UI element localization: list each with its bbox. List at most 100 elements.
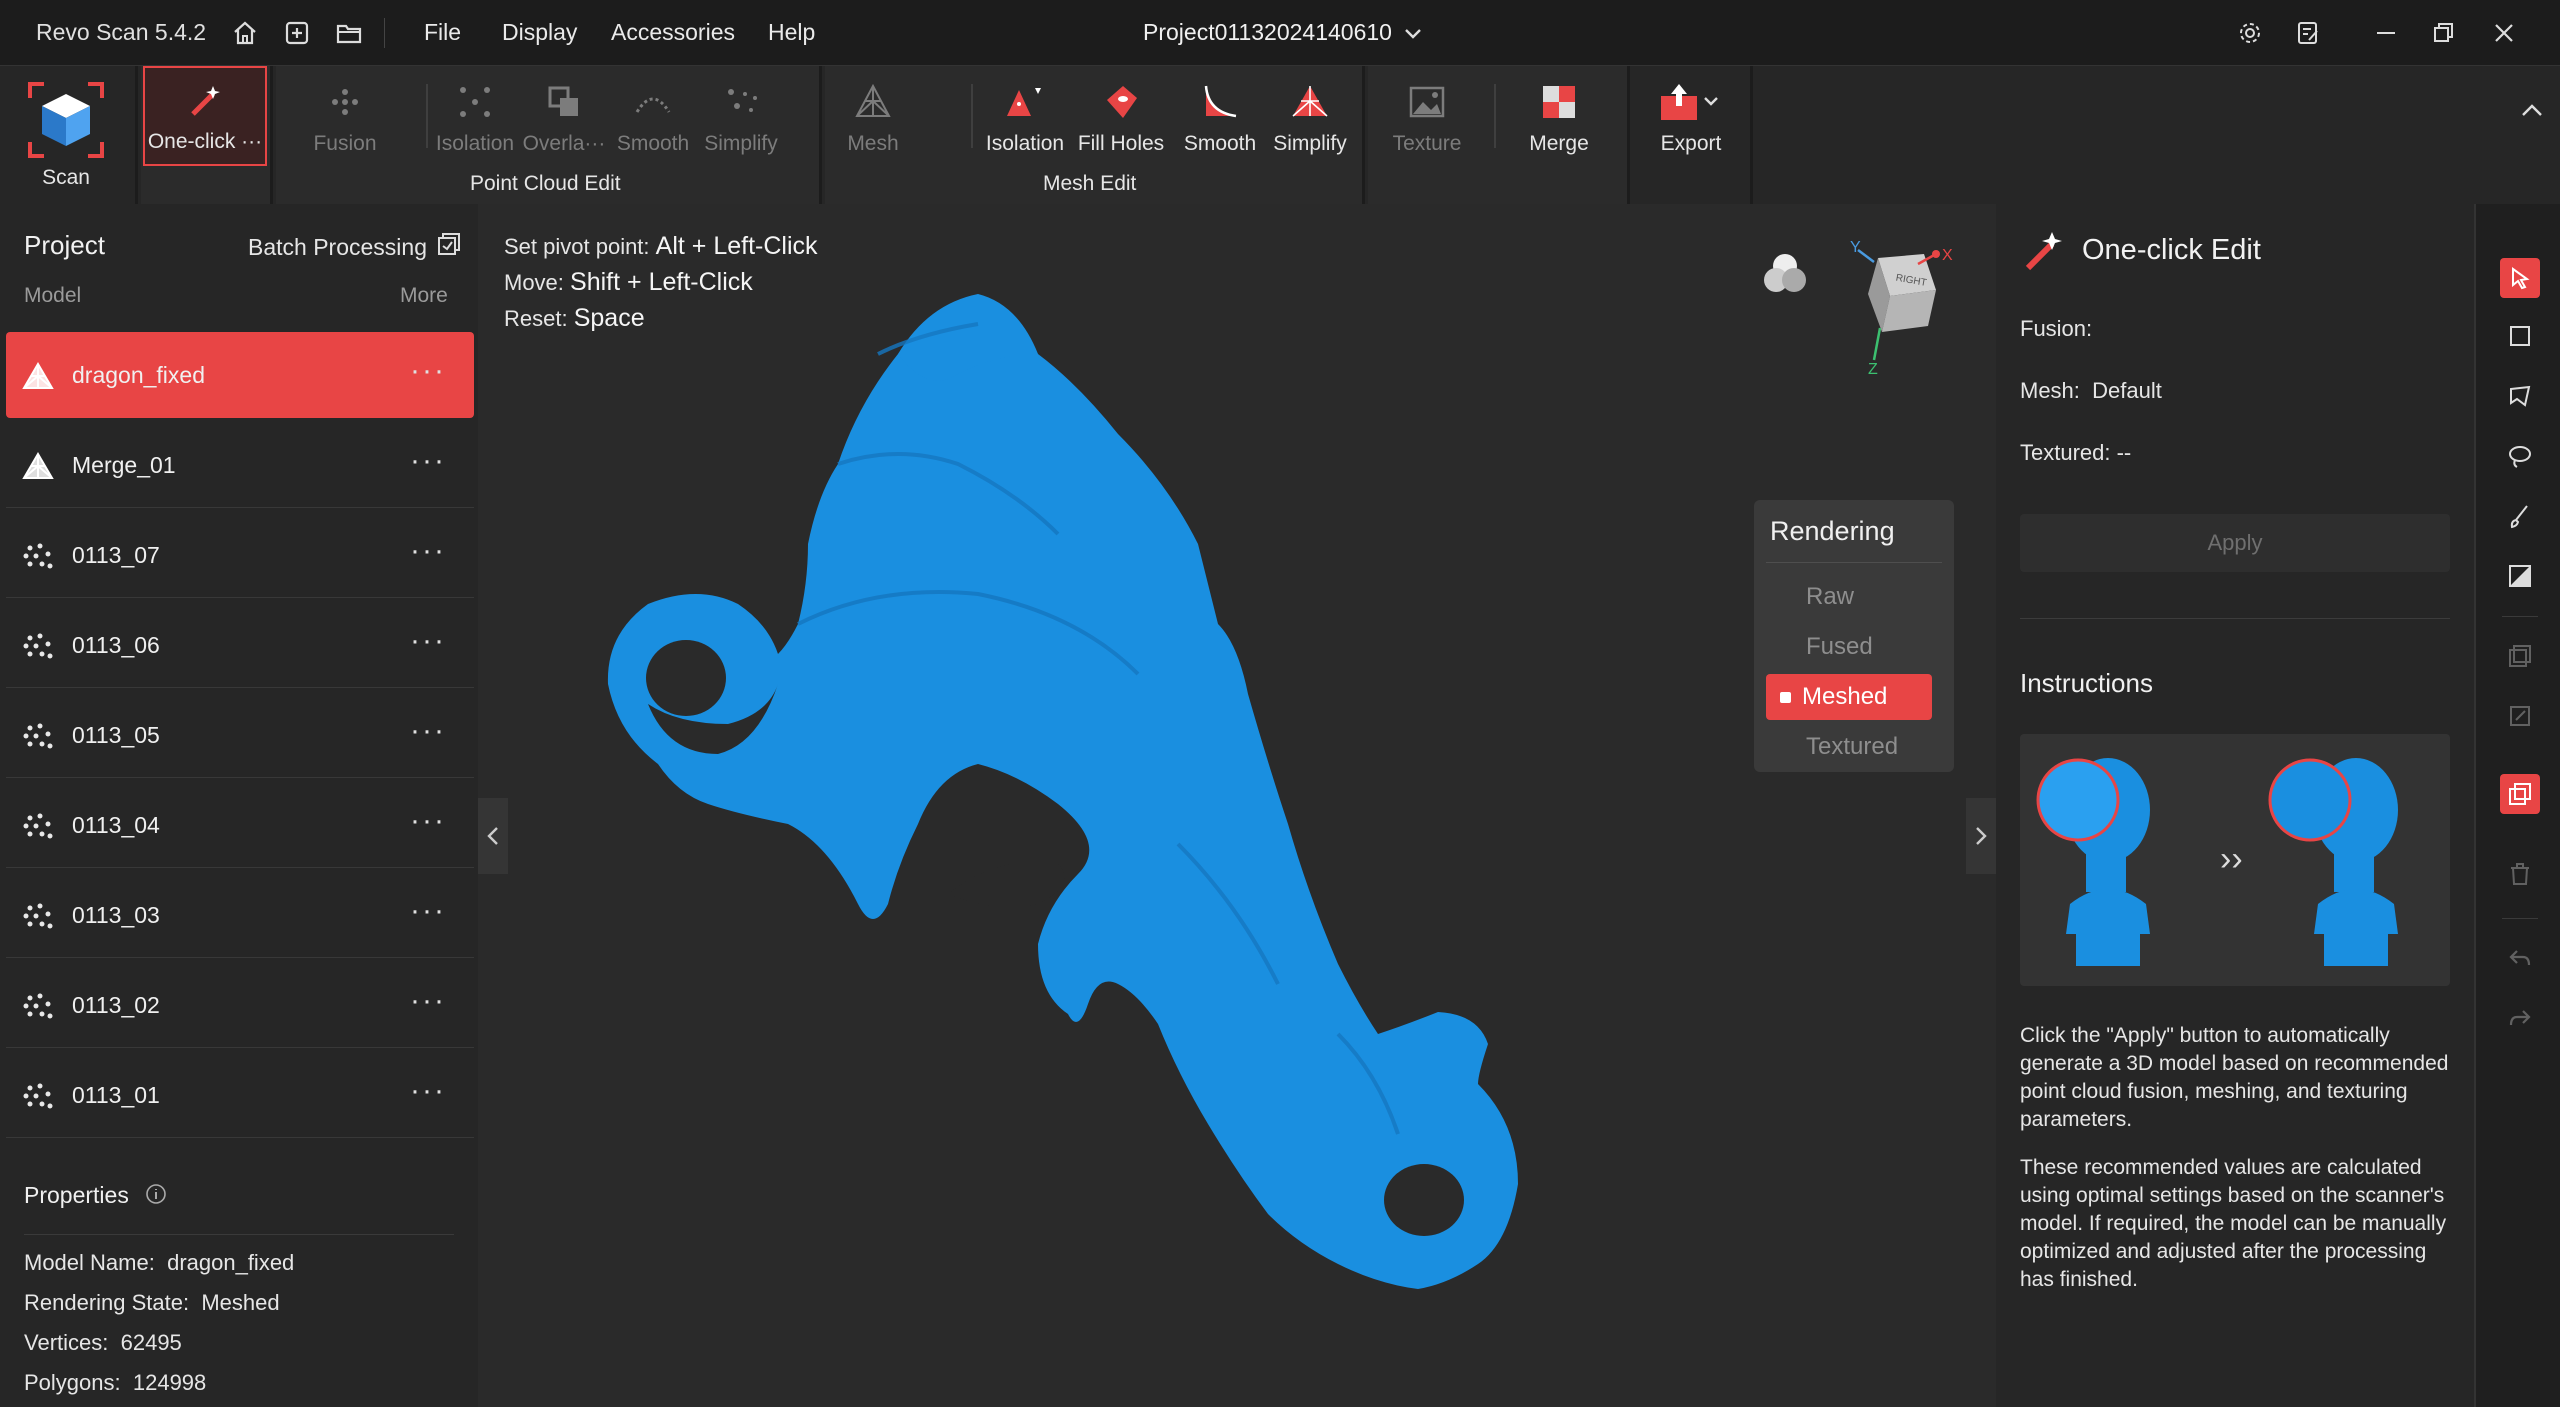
invert-selection-icon[interactable] <box>2500 556 2540 596</box>
prop-vertices-label: Vertices: <box>24 1330 109 1355</box>
collapse-right-panel-button[interactable] <box>1966 798 1996 874</box>
copy-selection-icon[interactable] <box>2500 774 2540 814</box>
new-project-icon[interactable] <box>278 14 316 52</box>
mesh-simplify-button[interactable]: Simplify <box>1265 66 1355 166</box>
point-cloud-icon <box>22 542 54 570</box>
more-options-icon[interactable]: ··· <box>410 624 446 658</box>
rendering-option-meshed[interactable]: Meshed <box>1766 674 1932 720</box>
more-options-icon[interactable]: ··· <box>410 444 446 478</box>
edit-selection-icon[interactable] <box>2500 696 2540 736</box>
menu-accessories[interactable]: Accessories <box>611 19 735 46</box>
open-folder-icon[interactable] <box>330 14 368 52</box>
model-row-0113_06[interactable]: 0113_06 ··· <box>6 602 474 688</box>
model-row-0113_07[interactable]: 0113_07 ··· <box>6 512 474 598</box>
menu-display[interactable]: Display <box>502 19 577 46</box>
delete-trash-icon[interactable] <box>2500 854 2540 894</box>
model-row-0113_04[interactable]: 0113_04 ··· <box>6 782 474 868</box>
prop-rendering-label: Rendering State: <box>24 1290 190 1315</box>
panel-title: One-click Edit <box>2082 234 2261 266</box>
more-options-icon[interactable]: ··· <box>410 894 446 928</box>
one-click-edit-panel: One-click Edit Fusion: Mesh: Default Tex… <box>1996 204 2474 1407</box>
more-options-icon[interactable]: ··· <box>410 1074 446 1108</box>
info-icon[interactable] <box>145 1183 167 1211</box>
prop-polygons: Polygons: 124998 <box>24 1370 206 1396</box>
textured-setting: Textured: -- <box>2020 440 2132 465</box>
model-name: dragon_fixed <box>72 362 205 388</box>
mesh-smooth-button[interactable]: Smooth <box>1175 66 1265 166</box>
more-link[interactable]: More <box>400 284 448 308</box>
model-row-0113_05[interactable]: 0113_05 ··· <box>6 692 474 778</box>
rendering-option-fused[interactable]: Fused <box>1766 624 1932 670</box>
redo-icon[interactable] <box>2500 998 2540 1038</box>
pc-smooth-label: Smooth <box>616 132 690 155</box>
point-cloud-icon <box>22 812 54 840</box>
collapse-toolbar-chevron-up-icon[interactable] <box>2520 102 2544 123</box>
minimize-icon[interactable] <box>2366 14 2406 52</box>
3d-viewport[interactable]: Set pivot point: Alt + Left-Click Move: … <box>478 204 1996 1407</box>
prop-polygons-label: Polygons: <box>24 1370 121 1395</box>
fusion-label: Fusion <box>313 132 377 155</box>
model-row-merge_01[interactable]: Merge_01 ··· <box>6 422 474 508</box>
mesh-isolation-icon <box>1001 78 1049 126</box>
menu-help[interactable]: Help <box>768 19 815 46</box>
dragon-mesh-model[interactable] <box>478 204 1996 1407</box>
model-row-0113_01[interactable]: 0113_01 ··· <box>6 1052 474 1138</box>
more-options-icon[interactable]: ··· <box>410 804 446 838</box>
more-options-icon[interactable]: ··· <box>410 534 446 568</box>
rendering-option-textured[interactable]: Textured <box>1766 724 1932 770</box>
more-options-icon[interactable]: ··· <box>410 354 446 388</box>
fill-holes-button[interactable]: Fill Holes <box>1071 66 1171 166</box>
apply-button[interactable]: Apply <box>2020 514 2450 572</box>
select-all-icon[interactable] <box>2500 636 2540 676</box>
texture-merge-group: Texture Merge <box>1368 66 1630 204</box>
merge-button[interactable]: Merge <box>1504 66 1614 166</box>
scan-cube-icon <box>26 80 106 160</box>
more-options-icon[interactable]: ··· <box>410 984 446 1018</box>
model-column-header: Model <box>24 284 82 307</box>
pc-isolation-button[interactable]: Isolation <box>430 66 520 166</box>
view-cube-gizmo[interactable]: RIGHT X Y Z <box>1838 239 1958 385</box>
magic-wand-icon <box>2020 228 2066 279</box>
one-click-edit-button[interactable]: One-click ··· <box>143 66 267 166</box>
model-row-0113_03[interactable]: 0113_03 ··· <box>6 872 474 958</box>
project-name-dropdown[interactable]: Project01132024140610 <box>1143 19 1422 47</box>
model-row-dragon_fixed[interactable]: dragon_fixed ··· <box>6 332 474 418</box>
pc-smooth-button[interactable]: Smooth <box>610 66 696 166</box>
toolbar-separator <box>1494 84 1496 148</box>
fusion-button[interactable]: Fusion <box>300 66 390 166</box>
rendering-panel: Rendering Raw Fused Meshed Textured <box>1754 500 1954 772</box>
model-row-0113_02[interactable]: 0113_02 ··· <box>6 962 474 1048</box>
mesh-model-icon <box>22 452 54 480</box>
app-name: Revo Scan 5.4.2 <box>36 19 207 45</box>
export-button[interactable]: Export <box>1641 66 1741 166</box>
feedback-edit-icon[interactable] <box>2288 14 2328 52</box>
pc-simplify-button[interactable]: Simplify <box>696 66 786 166</box>
select-pointer-icon[interactable] <box>2500 258 2540 298</box>
mesh-button[interactable]: Mesh <box>841 66 905 166</box>
pc-simplify-icon <box>717 78 765 126</box>
rendering-option-raw[interactable]: Raw <box>1766 574 1932 620</box>
polygon-select-icon[interactable] <box>2500 376 2540 416</box>
texture-button[interactable]: Texture <box>1384 66 1470 166</box>
pc-overlap-button[interactable]: Overla··· <box>522 66 606 166</box>
scan-button[interactable]: Scan <box>0 66 132 204</box>
close-icon[interactable] <box>2484 14 2524 52</box>
menu-file[interactable]: File <box>424 19 461 46</box>
more-options-icon[interactable]: ··· <box>410 714 446 748</box>
mesh-isolation-button[interactable]: Isolation <box>977 66 1073 166</box>
collapse-left-panel-button[interactable] <box>478 798 508 874</box>
lighting-spheres-icon[interactable] <box>1758 248 1812 307</box>
batch-processing-button[interactable]: Batch Processing <box>248 232 461 262</box>
settings-gear-icon[interactable] <box>2230 14 2270 52</box>
magic-wand-icon <box>181 76 229 124</box>
undo-icon[interactable] <box>2500 938 2540 978</box>
brush-select-icon[interactable] <box>2500 496 2540 536</box>
pc-smooth-icon <box>629 78 677 126</box>
axis-z-label: Z <box>1868 361 1878 378</box>
main-toolbar: Scan One-click ··· Fusion Isolation Over… <box>0 66 2560 204</box>
prop-model-name-value: dragon_fixed <box>167 1250 295 1275</box>
restore-icon[interactable] <box>2424 14 2464 52</box>
rectangle-select-icon[interactable] <box>2500 316 2540 356</box>
lasso-select-icon[interactable] <box>2500 436 2540 476</box>
home-icon[interactable] <box>226 14 264 52</box>
